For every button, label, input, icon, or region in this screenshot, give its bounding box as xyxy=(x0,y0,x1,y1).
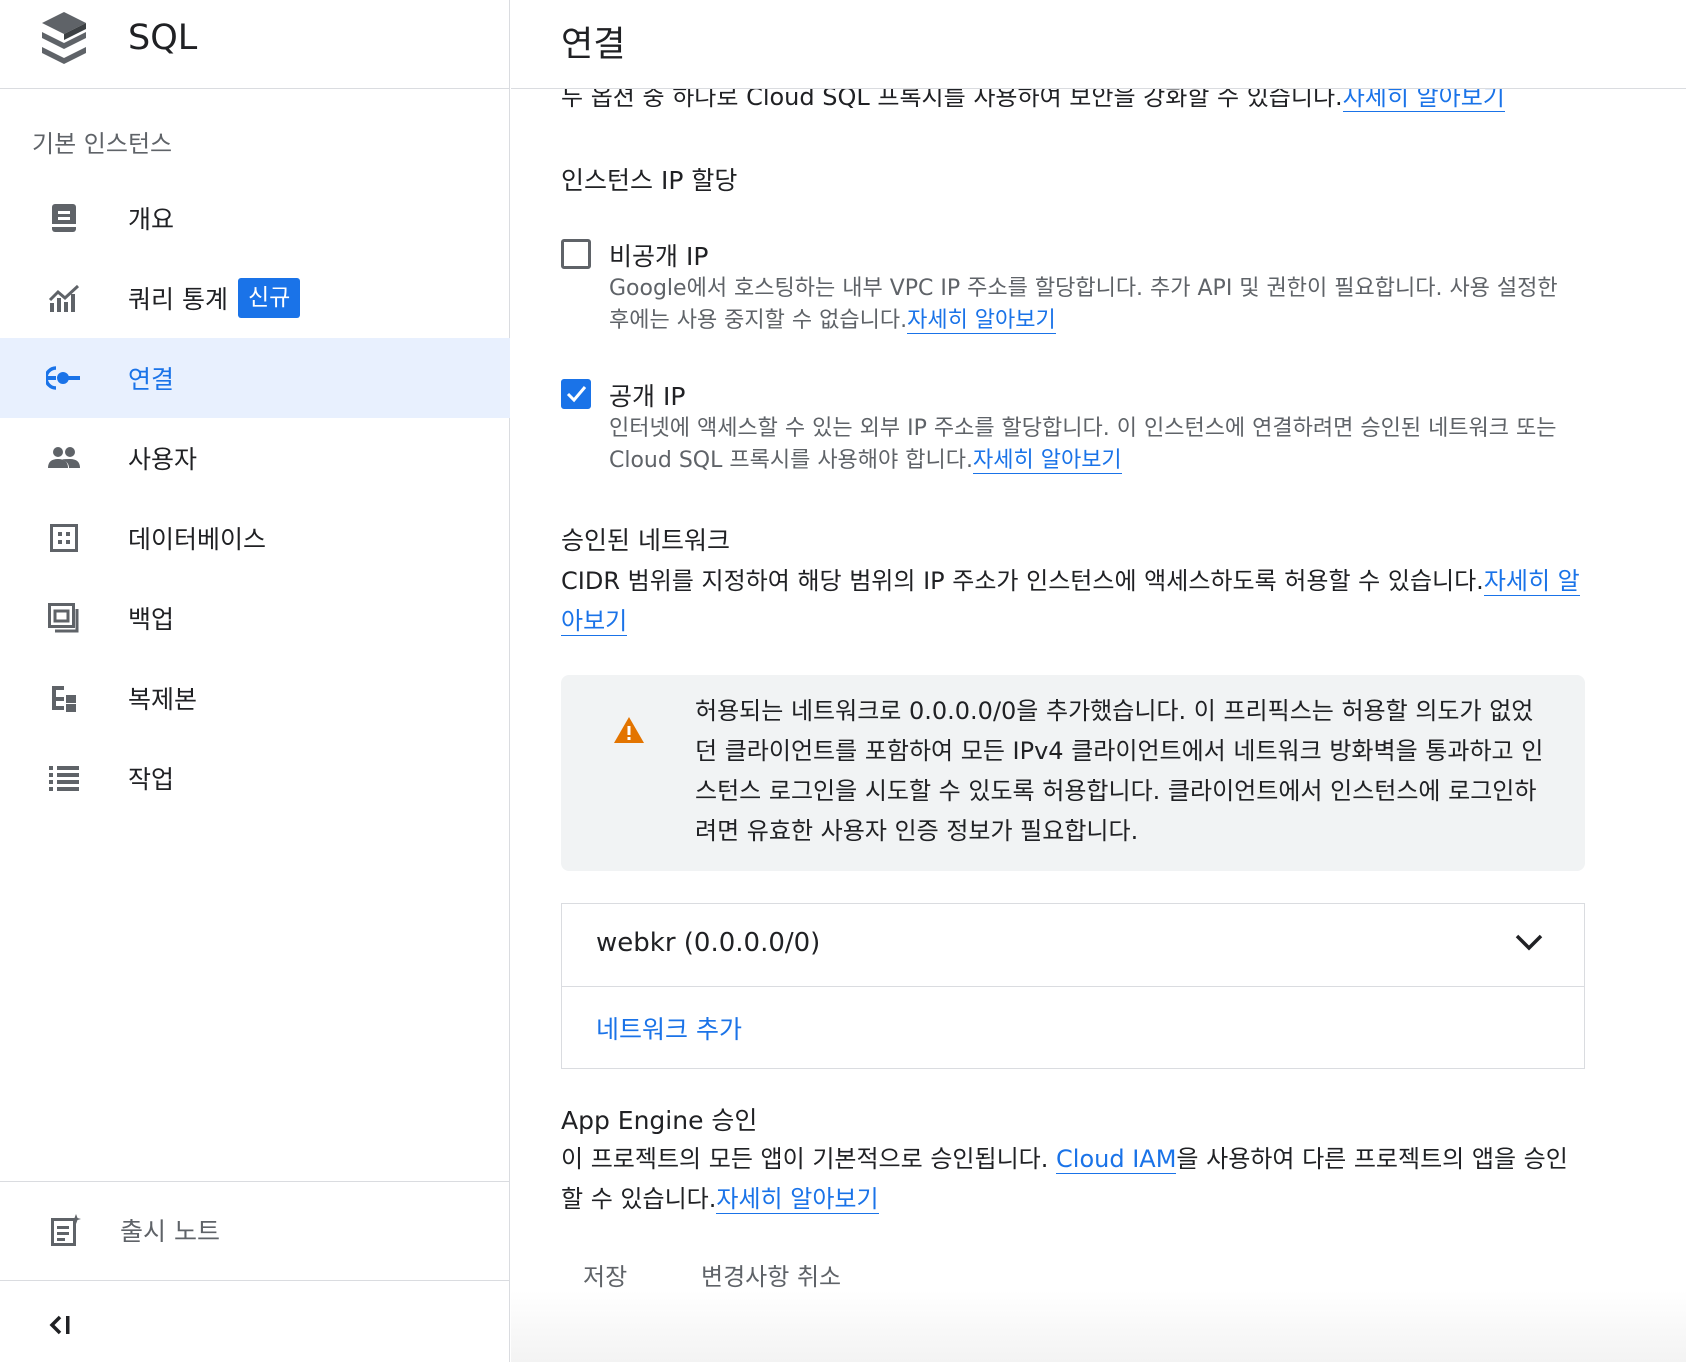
connections-icon xyxy=(46,362,82,394)
clipped-description: 두 옵션 중 하나로 Cloud SQL 프록시를 사용하여 보안을 강화할 수… xyxy=(561,89,1505,112)
public-ip-label: 공개 IP xyxy=(609,382,686,411)
release-notes-link[interactable]: 출시 노트 xyxy=(0,1190,510,1270)
sidebar-item-databases[interactable]: 데이터베이스 xyxy=(0,498,510,578)
sidebar-item-label: 백업 xyxy=(128,605,175,634)
sidebar-item-overview[interactable]: 개요 xyxy=(0,178,510,258)
sidebar-header: SQL xyxy=(0,0,510,89)
replicas-icon xyxy=(46,682,82,714)
sidebar: SQL 기본 인스턴스 개요 쿼리 통계 신규 연결 사용자 데이터베이스 백업… xyxy=(0,0,510,1362)
private-ip-label: 비공개 IP xyxy=(609,242,709,271)
warning-icon xyxy=(614,717,644,743)
new-badge: 신규 xyxy=(238,278,301,318)
ip-section-title: 인스턴스 IP 할당 xyxy=(561,166,738,195)
app-engine-title: App Engine 승인 xyxy=(561,1106,758,1135)
release-notes-icon xyxy=(48,1214,84,1246)
warning-banner: 허용되는 네트워크로 0.0.0.0/0을 추가했습니다. 이 프리픽스는 허용… xyxy=(561,675,1585,871)
page-title: 연결 xyxy=(561,25,626,65)
collapse-sidebar-icon[interactable] xyxy=(46,1310,80,1340)
chevron-down-icon[interactable] xyxy=(1514,932,1544,952)
release-notes-label: 출시 노트 xyxy=(120,1217,220,1246)
backups-icon xyxy=(46,602,82,634)
network-item[interactable]: webkr (0.0.0.0/0) xyxy=(562,904,1584,987)
network-name: webkr (0.0.0.0/0) xyxy=(596,928,821,958)
add-network-button[interactable]: 네트워크 추가 xyxy=(596,1010,742,1046)
public-ip-description: 인터넷에 액세스할 수 있는 외부 IP 주소를 할당합니다. 이 인스턴스에 … xyxy=(609,416,1557,474)
learn-more-link[interactable]: 자세히 알아보기 xyxy=(907,308,1056,334)
sidebar-item-label: 쿼리 통계 xyxy=(128,285,228,314)
app-engine-description: 이 프로젝트의 모든 앱이 기본적으로 승인됩니다. Cloud IAM을 사용… xyxy=(561,1145,1568,1214)
query-insights-icon xyxy=(46,282,82,314)
operations-icon xyxy=(46,762,82,794)
main-content: 두 옵션 중 하나로 Cloud SQL 프록시를 사용하여 보안을 강화할 수… xyxy=(561,89,1591,1362)
cloud-iam-link[interactable]: Cloud IAM xyxy=(1056,1145,1177,1174)
learn-more-link[interactable]: 자세히 알아보기 xyxy=(973,448,1122,474)
main-header: 연결 xyxy=(511,0,1686,89)
sidebar-item-label: 연결 xyxy=(128,365,175,394)
sidebar-item-connections[interactable]: 연결 xyxy=(0,338,510,418)
authorized-networks-title: 승인된 네트워크 xyxy=(561,526,730,555)
sidebar-item-label: 개요 xyxy=(128,205,175,234)
private-ip-description: Google에서 호스팅하는 내부 VPC IP 주소를 할당합니다. 추가 A… xyxy=(609,276,1558,334)
sidebar-item-query-insights[interactable]: 쿼리 통계 신규 xyxy=(0,258,510,338)
sidebar-item-label: 데이터베이스 xyxy=(128,525,267,554)
sidebar-item-backups[interactable]: 백업 xyxy=(0,578,510,658)
sidebar-item-replicas[interactable]: 복제본 xyxy=(0,658,510,738)
sql-logo-icon xyxy=(42,12,86,64)
learn-more-link[interactable]: 자세히 알아보기 xyxy=(1342,89,1505,112)
public-ip-checkbox[interactable] xyxy=(561,379,591,409)
check-icon xyxy=(566,386,587,403)
divider xyxy=(0,1181,510,1182)
sidebar-item-label: 복제본 xyxy=(128,685,198,714)
overview-icon xyxy=(46,202,82,234)
discard-changes-button[interactable]: 변경사항 취소 xyxy=(701,1257,841,1292)
network-list: webkr (0.0.0.0/0) 네트워크 추가 xyxy=(561,903,1585,1069)
warning-text: 허용되는 네트워크로 0.0.0.0/0을 추가했습니다. 이 프리픽스는 허용… xyxy=(695,697,1544,845)
sidebar-nav: 개요 쿼리 통계 신규 연결 사용자 데이터베이스 백업 복제본 작업 xyxy=(0,178,510,818)
authorized-networks-description: CIDR 범위를 지정하여 해당 범위의 IP 주소가 인스턴스에 액세스하도록… xyxy=(561,567,1580,636)
sidebar-item-users[interactable]: 사용자 xyxy=(0,418,510,498)
sidebar-item-operations[interactable]: 작업 xyxy=(0,738,510,818)
sidebar-section-title: 기본 인스턴스 xyxy=(32,130,173,158)
sidebar-item-label: 사용자 xyxy=(128,445,198,474)
private-ip-checkbox[interactable] xyxy=(561,239,591,269)
save-button[interactable]: 저장 xyxy=(583,1257,627,1292)
databases-icon xyxy=(46,522,82,554)
app-title: SQL xyxy=(128,18,198,58)
users-icon xyxy=(46,442,82,474)
sidebar-item-label: 작업 xyxy=(128,765,175,794)
learn-more-link[interactable]: 자세히 알아보기 xyxy=(716,1185,879,1214)
bottom-shadow xyxy=(511,1290,1686,1362)
divider xyxy=(0,1280,510,1281)
